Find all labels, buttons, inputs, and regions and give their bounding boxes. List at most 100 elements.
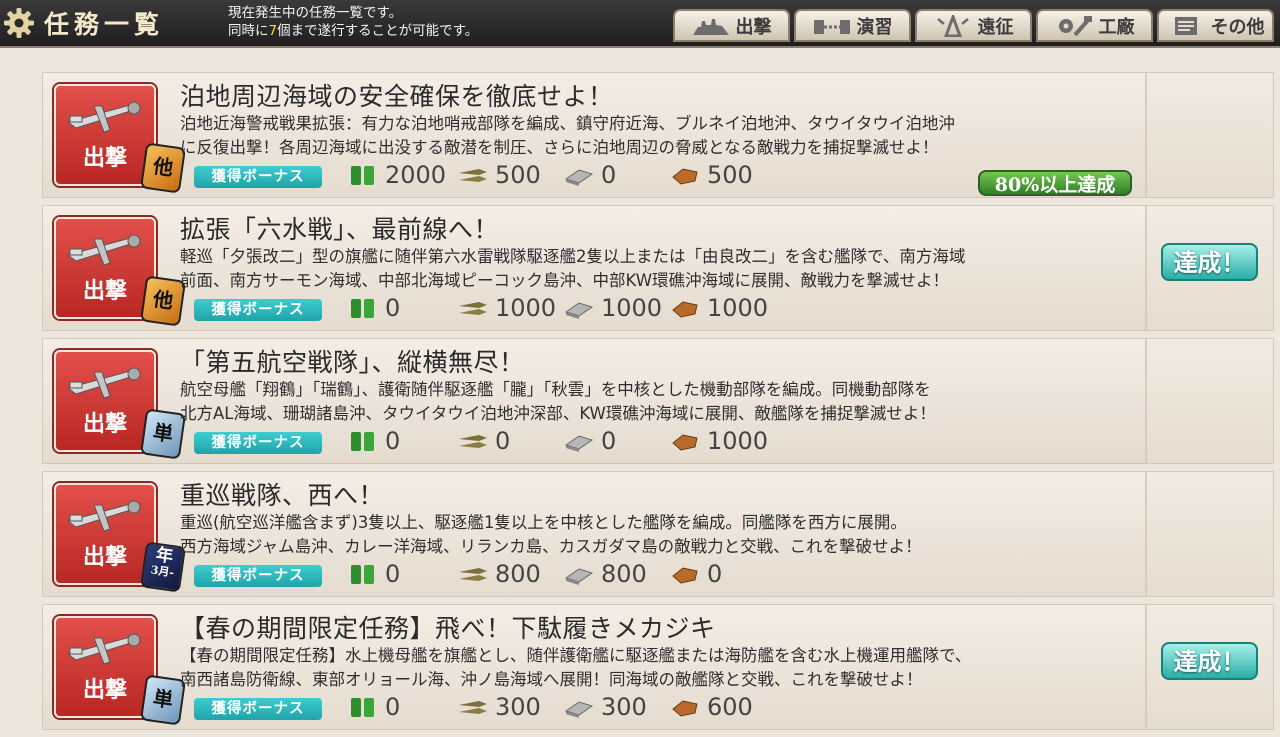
expedition-icon	[936, 14, 969, 37]
quest-limit-info: 現在発生中の任務一覧です。 同時に7個まで遂行することが可能です。	[228, 4, 478, 40]
other-icon	[1174, 16, 1197, 35]
steel-icon	[564, 302, 594, 319]
tab-expedition[interactable]: 遠征	[915, 9, 1032, 42]
steel-icon	[564, 568, 594, 585]
steel-reward: 0	[563, 427, 616, 455]
fuel-icon	[351, 299, 374, 318]
status-cell: 達成！	[1145, 605, 1273, 729]
info-line-1: 現在発生中の任務一覧です。	[228, 5, 403, 21]
sortie-category-badge: 出撃	[54, 350, 156, 452]
category-label: 出撃	[82, 278, 127, 304]
bauxite-icon	[672, 168, 698, 185]
ammo-icon	[459, 568, 487, 581]
category-label: 出撃	[82, 411, 127, 437]
ammo-icon	[459, 302, 487, 315]
plane-icon	[66, 234, 142, 266]
quest-row[interactable]: 出撃 他 拡張「六水戦」、最前線へ！ 軽巡「夕張改二」型の旗艦に随伴第六水雷戦隊…	[42, 205, 1274, 331]
complete-badge[interactable]: 達成！	[1161, 243, 1258, 281]
fuel-icon	[351, 432, 374, 451]
complete-badge[interactable]: 達成！	[1161, 642, 1258, 680]
fuel-icon	[351, 565, 374, 584]
category-label: 出撃	[82, 677, 127, 703]
status-cell	[1145, 73, 1273, 197]
info-line-2: 同時に7個まで遂行することが可能です。	[228, 23, 479, 39]
sortie-category-badge: 出撃	[54, 483, 156, 585]
tab-sortie[interactable]: 出撃	[673, 9, 790, 42]
fuel-icon	[351, 166, 374, 185]
quest-description: 重巡(航空巡洋艦含まず)3隻以上、駆逐艦1隻以上を中核とした艦隊を編成。同艦隊を…	[180, 513, 922, 556]
quest-title: 拡張「六水戦」、最前線へ！	[180, 215, 500, 244]
fuel-reward: 0	[347, 560, 400, 588]
bauxite-icon	[672, 700, 698, 717]
ammo-icon	[459, 169, 487, 182]
fuel-reward: 2000	[347, 161, 446, 189]
ammo-reward: 800	[457, 560, 541, 588]
bauxite-reward: 500	[669, 161, 753, 189]
progress-badge: 80%以上達成	[978, 170, 1132, 196]
quest-description: 航空母艦「翔鶴」「瑞鶴」、護衛随伴駆逐艦「朧」「秋雲」を中核とした機動部隊を編成…	[180, 380, 936, 423]
quest-row[interactable]: 出撃 他 泊地周辺海域の安全確保を徹底せよ！ 泊地近海警戒戦果拡張：有力な泊地哨…	[42, 72, 1274, 198]
tab-other[interactable]: その他	[1157, 9, 1274, 42]
quest-title: 【春の期間限定任務】飛べ！下駄履きメカジキ	[180, 614, 716, 643]
steel-icon	[564, 169, 594, 186]
bauxite-reward: 600	[669, 693, 753, 721]
plane-icon	[66, 500, 142, 532]
bauxite-reward: 1000	[669, 427, 768, 455]
frequency-sub: 3月-	[149, 563, 175, 580]
bonus-label: 獲得ボーナス	[194, 299, 322, 321]
quest-row[interactable]: 出撃 単 「第五航空戦隊」、縦横無尽！ 航空母艦「翔鶴」「瑞鶴」、護衛随伴駆逐艦…	[42, 338, 1274, 464]
bonus-label: 獲得ボーナス	[194, 698, 322, 720]
quest-title: 「第五航空戦隊」、縦横無尽！	[180, 348, 525, 377]
arsenal-icon	[1058, 15, 1092, 36]
header-bar: 任務一覧 現在発生中の任務一覧です。 同時に7個まで遂行することが可能です。 出…	[0, 0, 1280, 48]
quest-description: 軽巡「夕張改二」型の旗艦に随伴第六水雷戦隊駆逐艦2隻以上または「由良改二」を含む…	[180, 247, 966, 290]
quest-row[interactable]: 出撃 単 【春の期間限定任務】飛べ！下駄履きメカジキ 【春の期間限定任務】水上機…	[42, 604, 1274, 730]
category-label: 出撃	[82, 145, 127, 171]
status-cell: 達成！	[1145, 206, 1273, 330]
ammo-icon	[459, 701, 487, 714]
steel-icon	[564, 435, 594, 452]
plane-icon	[66, 101, 142, 133]
fuel-reward: 0	[347, 693, 400, 721]
tab-expedition-label: 遠征	[977, 16, 1014, 38]
tab-exercise-label: 演習	[856, 16, 893, 38]
tab-other-label: その他	[1210, 16, 1265, 38]
quest-description: 【春の期間限定任務】水上機母艦を旗艦とし、随伴護衛艦に駆逐艦または海防艦を含む水…	[180, 646, 972, 689]
bonus-label: 獲得ボーナス	[194, 432, 322, 454]
sortie-category-badge: 出撃	[54, 84, 156, 186]
quest-title: 泊地周辺海域の安全確保を徹底せよ！	[180, 82, 614, 111]
ammo-reward: 0	[457, 427, 510, 455]
sortie-category-badge: 出撃	[54, 217, 156, 319]
steel-reward: 0	[563, 161, 616, 189]
tab-exercise[interactable]: 演習	[794, 9, 911, 42]
quest-row[interactable]: 出撃 年 3月- 重巡戦隊、西へ！ 重巡(航空巡洋艦含まず)3隻以上、駆逐艦1隻…	[42, 471, 1274, 597]
ammo-reward: 500	[457, 161, 541, 189]
tab-sortie-label: 出撃	[735, 16, 772, 38]
tab-arsenal[interactable]: 工廠	[1036, 9, 1153, 42]
ammo-reward: 1000	[457, 294, 556, 322]
bauxite-reward: 0	[669, 560, 722, 588]
ammo-reward: 300	[457, 693, 541, 721]
bonus-label: 獲得ボーナス	[194, 565, 322, 587]
page-title: 任務一覧	[44, 10, 165, 39]
gear-icon	[4, 8, 34, 38]
status-cell	[1145, 472, 1273, 596]
plane-icon	[66, 367, 142, 399]
bonus-label: 獲得ボーナス	[194, 166, 322, 188]
quest-list: 出撃 他 泊地周辺海域の安全確保を徹底せよ！ 泊地近海警戒戦果拡張：有力な泊地哨…	[42, 72, 1274, 737]
steel-reward: 800	[563, 560, 647, 588]
quest-description: 泊地近海警戒戦果拡張：有力な泊地哨戒部隊を編成、鎮守府近海、ブルネイ泊地沖、タウ…	[180, 114, 955, 157]
bauxite-icon	[672, 301, 698, 318]
quest-title: 重巡戦隊、西へ！	[180, 481, 385, 510]
steel-reward: 300	[563, 693, 647, 721]
category-label: 出撃	[82, 544, 127, 570]
quest-limit-count: 7	[268, 23, 278, 39]
fuel-icon	[351, 698, 374, 717]
plane-icon	[66, 633, 142, 665]
bauxite-icon	[672, 567, 698, 584]
sortie-icon	[692, 18, 729, 35]
fuel-reward: 0	[347, 427, 400, 455]
status-cell	[1145, 339, 1273, 463]
exercise-icon	[813, 19, 850, 34]
steel-icon	[564, 701, 594, 718]
